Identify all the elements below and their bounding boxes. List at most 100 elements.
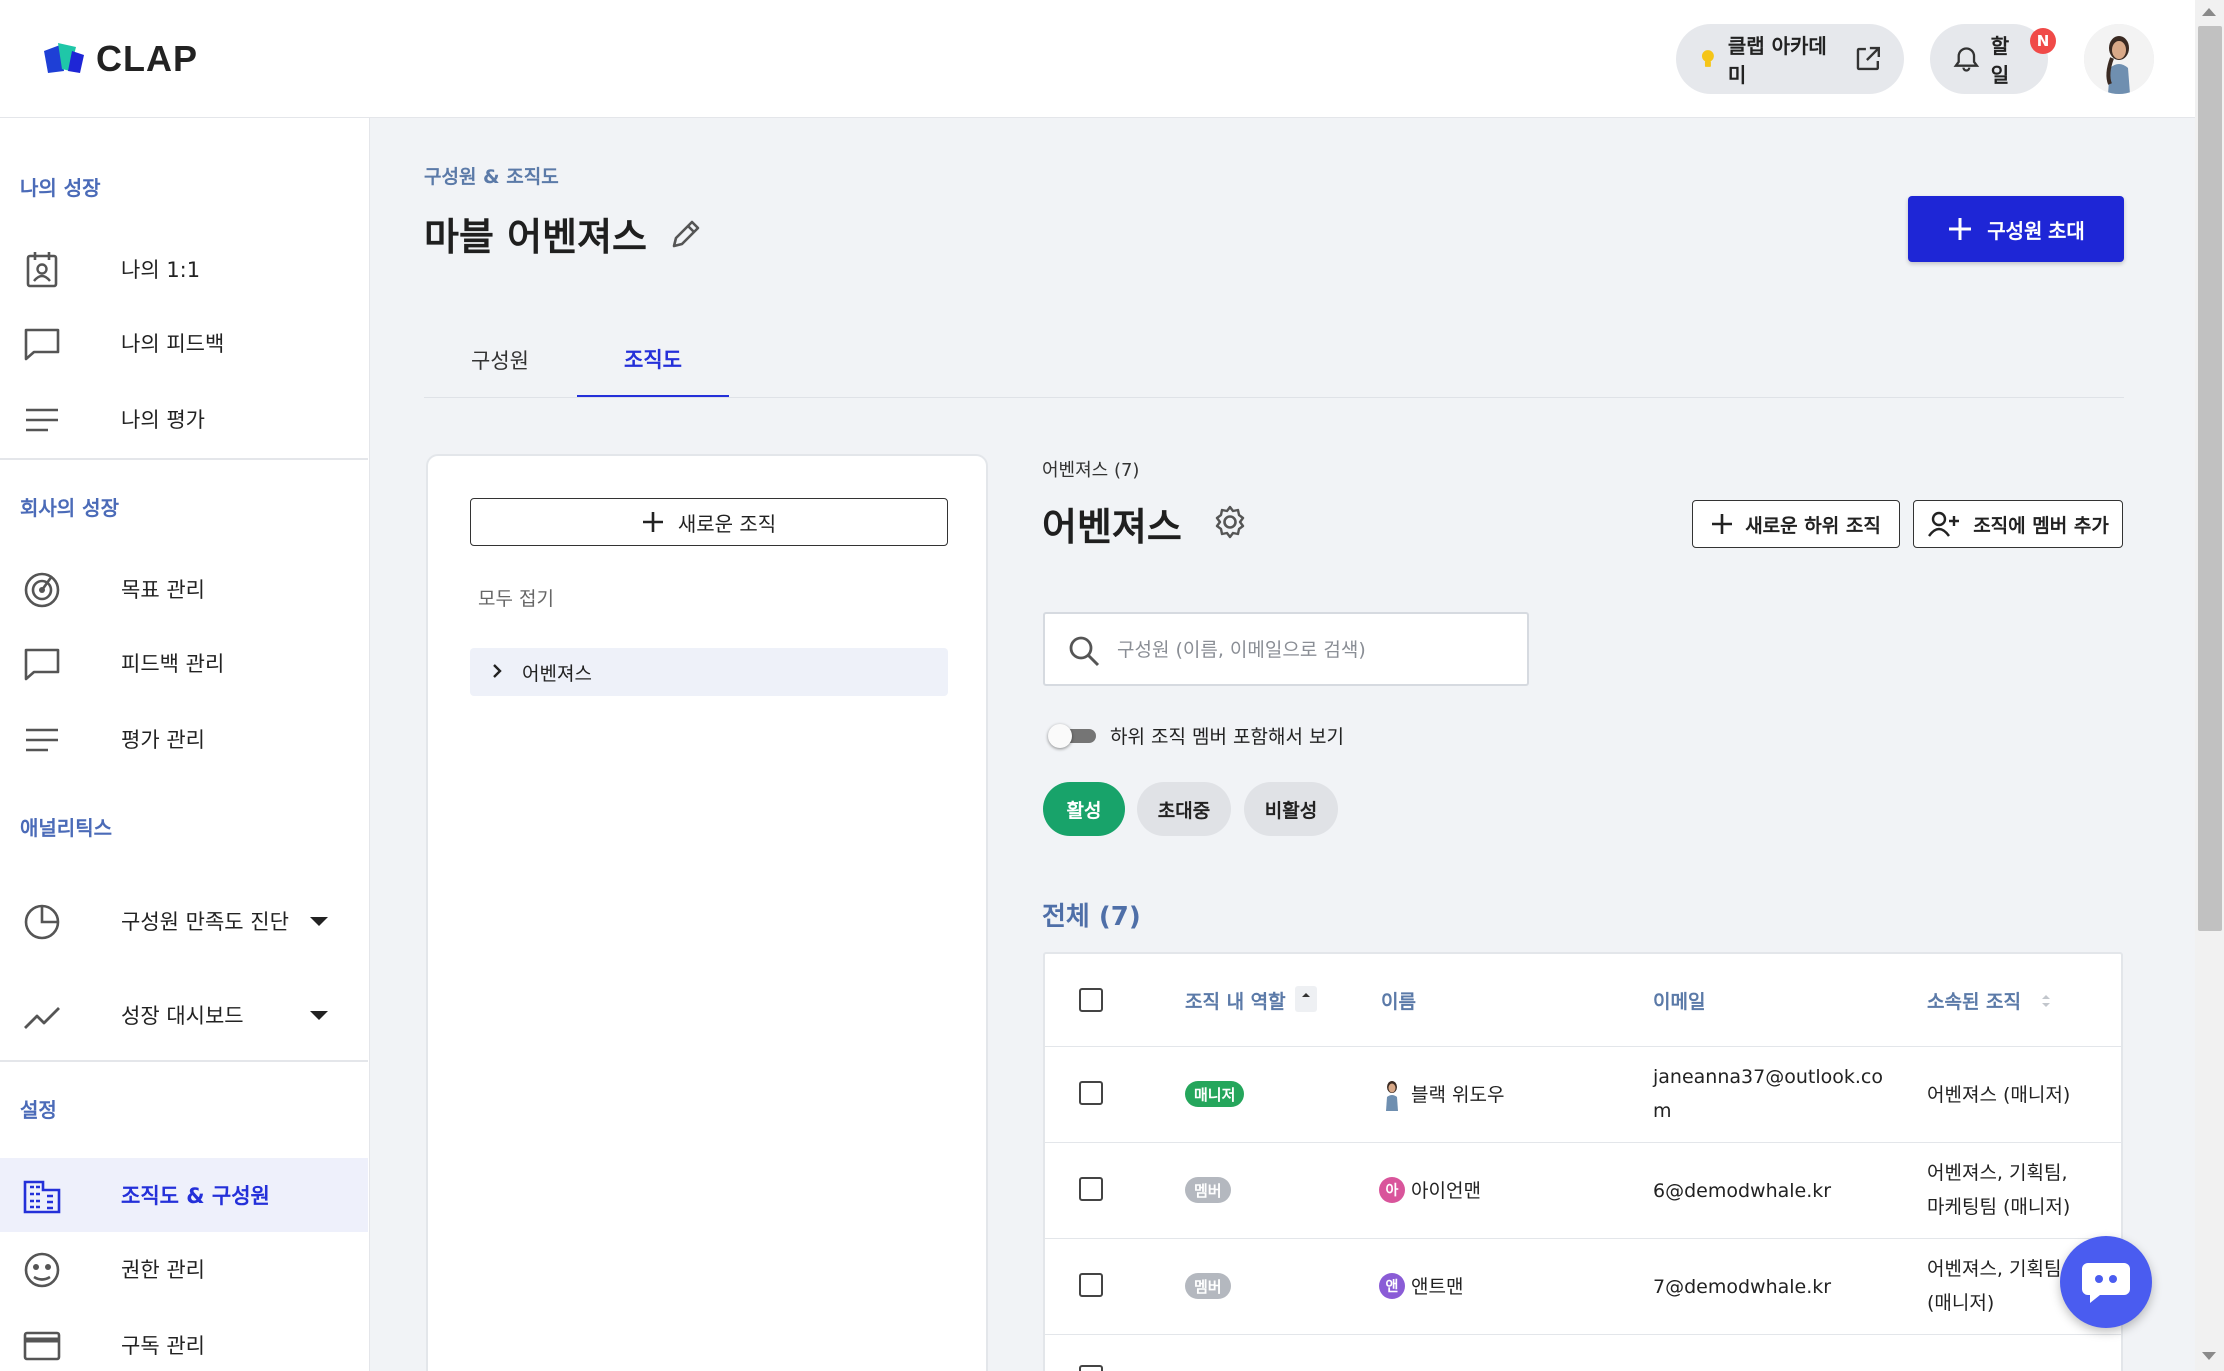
target-icon <box>24 572 60 608</box>
member-org: 어벤져스, 기획팀, <box>1927 1162 2068 1184</box>
toggle-knob <box>1048 724 1072 748</box>
building-icon <box>23 1180 61 1214</box>
select-all-checkbox[interactable] <box>1079 988 1103 1012</box>
pie-icon <box>24 904 60 940</box>
chevron-right-icon[interactable] <box>490 664 504 678</box>
sidebar-item-feedback-management[interactable]: 피드백 관리 <box>0 626 368 700</box>
member-avatar <box>1386 1081 1398 1111</box>
tab-org-chart[interactable]: 조직도 <box>577 322 729 398</box>
scroll-up-arrow[interactable] <box>2202 8 2216 16</box>
scroll-thumb[interactable] <box>2198 26 2222 931</box>
new-org-button[interactable]: 새로운 조직 <box>470 498 948 546</box>
filter-chip-inactive[interactable]: 비활성 <box>1244 782 1338 836</box>
column-header-name[interactable]: 이름 <box>1381 954 1416 1046</box>
academy-label: 클랩 아카데미 <box>1727 34 1827 87</box>
member-search-input[interactable] <box>1117 632 1517 668</box>
row-checkbox[interactable] <box>1079 1273 1103 1297</box>
sidebar-item-my-evaluation[interactable]: 나의 평가 <box>0 382 368 456</box>
table-row[interactable]: 매니저 블랙 위도우 janeanna37@outlook.co m 어벤져스 … <box>1045 1046 2121 1142</box>
pencil-icon[interactable] <box>668 216 704 252</box>
org-tree-panel: 새로운 조직 모두 접기 어벤져스 <box>426 454 988 1371</box>
sidebar-divider <box>0 458 368 460</box>
invite-member-button[interactable]: 구성원 초대 <box>1908 196 2124 262</box>
breadcrumb[interactable]: 구성원 & 조직도 <box>424 162 559 189</box>
chevron-down-icon[interactable] <box>310 917 328 926</box>
chat-button[interactable] <box>2060 1236 2152 1328</box>
table-row[interactable]: 멤버 앤 앤트맨 7@demodwhale.kr 어벤져스, 기획팀 (매니저) <box>1045 1238 2121 1334</box>
sidebar-item-evaluation-management[interactable]: 평가 관리 <box>0 702 368 776</box>
row-checkbox[interactable] <box>1079 1081 1103 1105</box>
tab-divider <box>424 397 2124 398</box>
sidebar-item-label: 나의 1:1 <box>121 258 201 282</box>
user-avatar[interactable] <box>2084 24 2154 94</box>
total-count: 전체 (7) <box>1042 902 1141 932</box>
member-avatar: 아 <box>1379 1177 1405 1203</box>
tree-node-avengers[interactable]: 어벤져스 <box>470 648 948 696</box>
sidebar-item-label: 목표 관리 <box>121 578 205 602</box>
sidebar-item-label: 피드백 관리 <box>121 652 225 676</box>
gear-icon[interactable] <box>1212 504 1248 540</box>
column-header-label: 소속된 조직 <box>1927 990 2022 1013</box>
sidebar-item-label: 나의 피드백 <box>121 332 225 356</box>
sidebar-item-permission-management[interactable]: 권한 관리 <box>0 1232 368 1306</box>
invite-member-label: 구성원 초대 <box>1987 220 2085 243</box>
column-header-email[interactable]: 이메일 <box>1653 954 1705 1046</box>
org-breadcrumb: 어벤져스 (7) <box>1042 460 1140 481</box>
table-row[interactable]: 멤버 아 아이언맨 6@demodwhale.kr 어벤져스, 기획팀, 마케팅… <box>1045 1142 2121 1238</box>
member-name[interactable]: 블랙 위도우 <box>1411 1079 1504 1111</box>
sidebar-section-my-growth: 나의 성장 <box>20 176 101 200</box>
row-checkbox[interactable] <box>1079 1177 1103 1201</box>
sort-caret-icon <box>1302 993 1310 997</box>
academy-button[interactable]: 클랩 아카데미 <box>1676 24 1904 94</box>
sidebar-item-label: 권한 관리 <box>121 1258 205 1282</box>
new-sub-org-button[interactable]: 새로운 하위 조직 <box>1692 500 1900 548</box>
role-badge: 멤버 <box>1185 1177 1231 1203</box>
row-checkbox[interactable] <box>1079 1365 1103 1371</box>
add-member-to-org-label: 조직에 멤버 추가 <box>1973 514 2109 537</box>
sort-both-icon[interactable] <box>2039 990 2053 1012</box>
column-header-label: 이메일 <box>1653 990 1706 1013</box>
page-title: 마블 어벤져스 <box>424 215 647 259</box>
sidebar: 나의 성장 나의 1:1 나의 피드백 나의 평가 회사의 성장 목표 관리 피… <box>0 118 370 1371</box>
plus-icon <box>1712 514 1733 534</box>
chat-bubble-icon <box>24 328 60 361</box>
member-name[interactable]: 아이언맨 <box>1411 1175 1481 1207</box>
lines-icon <box>26 408 58 432</box>
chevron-down-icon[interactable] <box>310 1011 328 1020</box>
card-icon <box>23 1331 61 1361</box>
sidebar-item-subscription-management[interactable]: 구독 관리 <box>0 1308 368 1371</box>
sidebar-item-my-1on1[interactable]: 나의 1:1 <box>0 232 368 306</box>
search-icon <box>1069 636 1100 667</box>
column-header-org[interactable]: 소속된 조직 <box>1927 954 2021 1046</box>
lines-icon <box>26 728 58 752</box>
user-avatar-image <box>2084 24 2154 94</box>
new-sub-org-label: 새로운 하위 조직 <box>1745 514 1881 537</box>
member-email: janeanna37@outlook.co <box>1653 1066 1883 1088</box>
column-header-role[interactable]: 조직 내 역할 <box>1185 954 1286 1046</box>
sidebar-item-org-chart-members[interactable]: 조직도 & 구성원 <box>0 1158 368 1232</box>
scroll-down-arrow[interactable] <box>2202 1352 2216 1360</box>
sidebar-item-label: 평가 관리 <box>121 728 205 752</box>
role-badge: 매니저 <box>1185 1081 1245 1107</box>
sidebar-divider <box>0 1060 368 1062</box>
new-org-label: 새로운 조직 <box>677 511 777 536</box>
sidebar-item-growth-dashboard[interactable]: 성장 대시보드 <box>0 978 368 1052</box>
sidebar-item-goal-management[interactable]: 목표 관리 <box>0 552 368 626</box>
include-sub-org-toggle[interactable] <box>1048 724 1098 748</box>
table-row[interactable] <box>1045 1334 2121 1371</box>
bell-icon <box>1953 47 1980 72</box>
logo[interactable]: CLAP <box>42 38 198 80</box>
filter-chip-active[interactable]: 활성 <box>1043 782 1125 836</box>
add-person-icon <box>1928 511 1960 537</box>
sidebar-item-label: 나의 평가 <box>121 408 205 432</box>
member-org: 어벤져스, 기획팀 <box>1927 1258 2062 1280</box>
collapse-all-button[interactable]: 모두 접기 <box>478 584 554 611</box>
sidebar-item-satisfaction-survey[interactable]: 구성원 만족도 진단 <box>0 884 368 958</box>
sort-asc-icon[interactable] <box>1295 986 1317 1012</box>
tab-members[interactable]: 구성원 <box>424 322 576 398</box>
filter-chip-invited[interactable]: 초대중 <box>1137 782 1231 836</box>
member-name[interactable]: 앤트맨 <box>1411 1271 1463 1303</box>
sidebar-item-my-feedback[interactable]: 나의 피드백 <box>0 306 368 380</box>
sidebar-section-analytics: 애널리틱스 <box>20 816 112 840</box>
add-member-to-org-button[interactable]: 조직에 멤버 추가 <box>1913 500 2123 548</box>
